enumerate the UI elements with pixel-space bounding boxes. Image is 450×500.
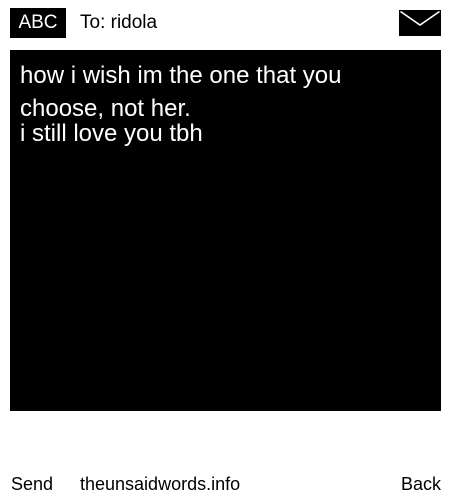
message-line: i still love you tbh [20, 120, 203, 147]
send-button[interactable]: Send [11, 472, 53, 496]
site-link[interactable]: theunsaidwords.info [80, 472, 240, 496]
message-body[interactable]: how i wish im the one that you choose, n… [10, 50, 441, 411]
recipient-label: To: ridola [80, 12, 158, 33]
header-bar: ABC To: ridola [0, 0, 450, 48]
back-button[interactable]: Back [401, 472, 441, 496]
input-mode-badge: ABC [10, 8, 66, 38]
message-line: how i wish im the one that you [20, 62, 342, 89]
footer-bar: Send theunsaidwords.info Back [0, 468, 450, 500]
envelope-icon[interactable] [399, 10, 441, 36]
